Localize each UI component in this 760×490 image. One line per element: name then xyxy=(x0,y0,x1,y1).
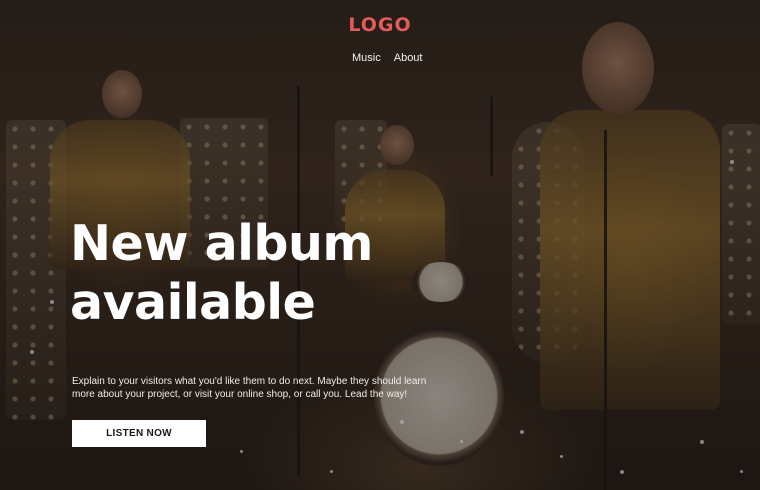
hero-headline: New album available xyxy=(70,214,430,332)
headline-line-1: New album xyxy=(70,215,373,272)
listen-now-button[interactable]: LISTEN NOW xyxy=(72,420,206,447)
hero-description: Explain to your visitors what you'd like… xyxy=(72,376,427,400)
nav-link-music[interactable]: Music xyxy=(352,52,381,64)
hero-section: LOGO Music About New album available Exp… xyxy=(0,0,760,490)
site-logo[interactable]: LOGO xyxy=(0,14,760,36)
headline-line-2: available xyxy=(70,274,316,331)
main-nav: Music About xyxy=(352,52,422,64)
logo-text[interactable]: LOGO xyxy=(348,14,411,36)
nav-link-about[interactable]: About xyxy=(394,52,423,64)
